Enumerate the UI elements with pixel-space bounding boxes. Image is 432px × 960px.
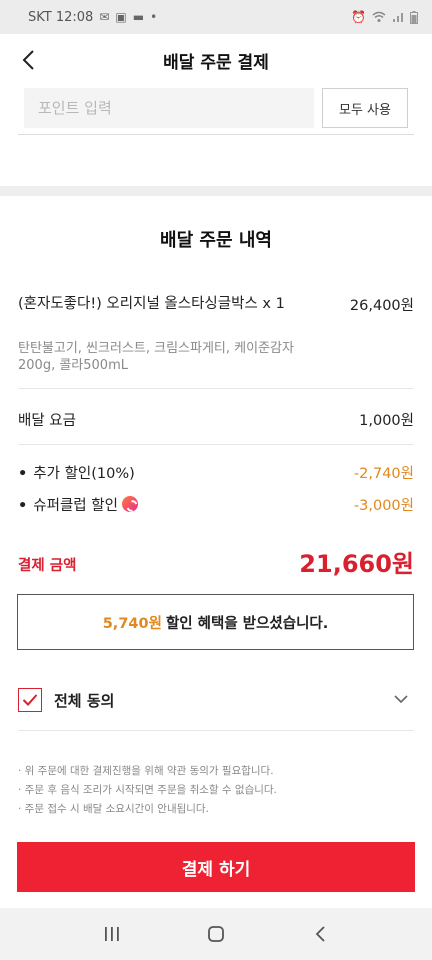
system-nav-bar	[0, 908, 432, 960]
order-section-title: 배달 주문 내역	[160, 230, 272, 251]
superclub-discount-row: • 슈퍼클럽 할인	[18, 494, 138, 515]
notice-item: · 위 주문에 대한 결제진행을 위해 약관 동의가 필요합니다.	[18, 765, 274, 777]
payment-amount-value: 21,660원	[299, 550, 414, 578]
item-price: 26,400원	[349, 298, 414, 314]
back-nav-button[interactable]	[300, 914, 340, 954]
delivery-fee-value: 1,000원	[359, 413, 414, 429]
mail-icon: ✉	[99, 10, 110, 24]
bullet: •	[18, 498, 28, 514]
benefit-banner: 5,740원 할인 혜택을 받으셨습니다.	[17, 594, 414, 650]
back-button[interactable]	[12, 44, 44, 76]
check-icon	[22, 694, 38, 706]
delivery-fee-label: 배달 요금	[18, 413, 76, 429]
header: 배달 주문 결제	[0, 34, 432, 86]
section-divider	[0, 186, 432, 196]
home-button[interactable]	[196, 914, 236, 954]
superclub-discount-label: 슈퍼클럽 할인	[33, 498, 118, 514]
point-input[interactable]	[24, 88, 314, 128]
payment-amount-label: 결제 금액	[18, 558, 77, 574]
chevron-left-icon	[22, 50, 34, 70]
divider	[18, 444, 414, 445]
chevron-down-icon	[394, 695, 408, 704]
status-bar: SKT 12:08 ✉ ▣ ▬ • ⏰	[0, 0, 432, 34]
notice-list: · 위 주문에 대한 결제진행을 위해 약관 동의가 필요합니다. · 주문 후…	[18, 762, 414, 819]
pay-button[interactable]: 결제 하기	[17, 842, 415, 892]
alarm-icon: ⏰	[351, 10, 366, 24]
recent-apps-icon	[105, 927, 119, 941]
use-all-points-button[interactable]: 모두 사용	[322, 88, 408, 128]
divider	[18, 730, 414, 731]
wifi-icon	[372, 11, 386, 22]
back-nav-icon	[315, 926, 325, 942]
point-section: 모두 사용	[0, 86, 432, 186]
image-icon: ▣	[115, 10, 127, 24]
battery-icon	[410, 10, 418, 24]
bullet: •	[18, 466, 28, 482]
home-icon	[208, 926, 224, 942]
superclub-discount-value: -3,000원	[353, 498, 414, 514]
recent-apps-button[interactable]	[92, 914, 132, 954]
dot-icon: •	[150, 10, 158, 24]
benefit-amount: 5,740원	[102, 615, 162, 632]
signal-icon	[393, 13, 403, 22]
order-summary: 배달 주문 내역 (혼자도좋다!) 오리지널 올스타싱글박스 x 1 26,40…	[0, 196, 432, 906]
notice-item: · 주문 후 음식 조리가 시작되면 주문을 취소할 수 없습니다.	[18, 784, 277, 796]
extra-discount-value: -2,740원	[353, 466, 414, 482]
chat-icon: ▬	[132, 10, 145, 24]
page-title: 배달 주문 결제	[163, 52, 269, 73]
status-carrier-time: SKT 12:08	[28, 9, 94, 25]
superclub-icon	[121, 496, 138, 512]
item-name: (혼자도좋다!) 오리지널 올스타싱글박스 x 1	[18, 296, 285, 312]
notice-item: · 주문 접수 시 배달 소요시간이 안내됩니다.	[18, 803, 209, 815]
extra-discount-row: • 추가 할인(10%)	[18, 462, 135, 483]
agree-all-label: 전체 동의	[54, 692, 115, 710]
divider	[18, 134, 414, 135]
divider	[18, 388, 414, 389]
extra-discount-label: 추가 할인(10%)	[33, 466, 135, 482]
agree-all-checkbox[interactable]	[18, 688, 42, 712]
expand-terms-button[interactable]	[392, 690, 410, 708]
agree-all-row[interactable]: 전체 동의	[0, 680, 432, 724]
benefit-text: 할인 혜택을 받으셨습니다.	[165, 615, 329, 632]
item-description: 탄탄불고기, 씬크러스트, 크림스파게티, 케이준감자200g, 콜라500mL	[18, 341, 294, 373]
